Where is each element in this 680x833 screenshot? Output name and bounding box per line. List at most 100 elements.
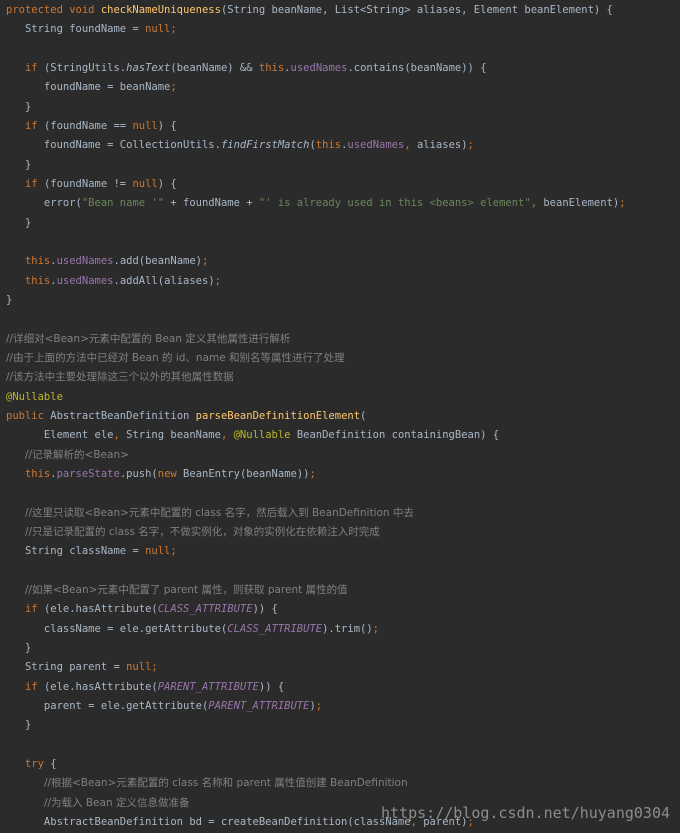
code-token: ; xyxy=(170,23,177,36)
code-token: null xyxy=(132,119,158,132)
code-token: )) { xyxy=(252,603,278,616)
code-token: //只是记录配置的 class 名字，不做实例化，对象的实例化在依赖注入时完成 xyxy=(24,525,380,538)
code-token: className = ele.getAttribute( xyxy=(6,622,228,635)
code-token: protected void xyxy=(6,4,101,16)
code-line: foundName = beanName; xyxy=(6,78,177,97)
code-token: BeanEntry(beanName)) xyxy=(183,467,310,480)
code-token: findFirstMatch xyxy=(220,139,310,152)
code-token: usedNames xyxy=(347,139,405,152)
code-line: //根据<Bean>元素配置的 class 名称和 parent 属性值创建 B… xyxy=(6,774,408,793)
code-token: ; xyxy=(202,255,209,268)
code-token: ; xyxy=(372,622,379,635)
code-token: .addAll(aliases) xyxy=(113,274,215,287)
code-token: error( xyxy=(6,197,82,210)
code-token: public xyxy=(6,409,51,422)
code-editor[interactable]: protected void checkNameUniqueness(Strin… xyxy=(0,0,680,833)
code-token: } xyxy=(6,158,32,171)
code-token: ).trim() xyxy=(322,622,373,635)
code-token: null xyxy=(126,661,152,674)
code-token: ; xyxy=(309,467,316,480)
code-line: error("Bean name '" + foundName + "' is … xyxy=(6,194,626,213)
code-line: } xyxy=(6,156,31,175)
code-line: //这里只读取<Bean>元素中配置的 class 名字，然后载入到 BeanD… xyxy=(6,504,414,523)
code-line: //由于上面的方法中已经对 Bean 的 id、name 和别名等属性进行了处理 xyxy=(6,349,345,368)
code-line: } xyxy=(6,291,12,310)
code-line: @Nullable xyxy=(6,388,63,407)
code-line: if (StringUtils.hasText(beanName) && thi… xyxy=(6,59,487,78)
code-token: } xyxy=(6,719,32,732)
code-token: ; xyxy=(151,661,158,674)
code-token: CLASS_ATTRIBUTE xyxy=(157,603,253,616)
code-token: AbstractBeanDefinition xyxy=(50,409,196,422)
code-line: foundName = CollectionUtils.findFirstMat… xyxy=(6,136,474,155)
code-token: } xyxy=(6,216,32,229)
code-token: ; xyxy=(170,545,177,558)
code-token: (beanName) && xyxy=(170,61,259,74)
code-line: if (ele.hasAttribute(CLASS_ATTRIBUTE)) { xyxy=(6,600,278,619)
code-token: ; xyxy=(170,81,177,94)
code-token: (String beanName, List<String> aliases, … xyxy=(220,4,613,16)
code-token: { xyxy=(50,757,57,770)
code-token: , xyxy=(530,197,544,210)
code-line: if (ele.hasAttribute(PARENT_ATTRIBUTE)) … xyxy=(6,678,284,697)
watermark-text: https://blog.csdn.net/huyang0304 xyxy=(381,804,670,822)
code-token: ; xyxy=(467,139,474,152)
code-token: Element ele xyxy=(6,429,114,442)
code-token: AbstractBeanDefinition bd = createBeanDe… xyxy=(6,815,411,828)
code-token: PARENT_ATTRIBUTE xyxy=(208,699,310,712)
code-token: if xyxy=(24,603,44,616)
code-line: //为载入 Bean 定义信息做准备 xyxy=(6,794,190,813)
code-token: CLASS_ATTRIBUTE xyxy=(227,622,323,635)
code-token: "Bean name '" xyxy=(81,197,165,210)
code-line: //如果<Bean>元素中配置了 parent 属性，则获取 parent 属性… xyxy=(6,581,348,600)
code-token: this xyxy=(258,61,285,74)
code-token: try xyxy=(24,757,51,770)
code-token: } xyxy=(6,293,13,306)
code-line: if (foundName != null) { xyxy=(6,175,177,194)
code-token: foundName = beanName xyxy=(6,81,171,94)
code-line: parent = ele.getAttribute(PARENT_ATTRIBU… xyxy=(6,697,322,716)
code-token: //该方法中主要处理除这三个以外的其他属性数据 xyxy=(6,371,234,384)
code-line: public AbstractBeanDefinition parseBeanD… xyxy=(6,407,366,426)
code-token: //根据<Bean>元素配置的 class 名称和 parent 属性值创建 B… xyxy=(43,777,408,790)
code-token: .add(beanName) xyxy=(113,255,203,268)
code-token: ; xyxy=(619,197,626,210)
code-token: aliases) xyxy=(416,139,468,152)
code-line: String parent = null; xyxy=(6,658,158,677)
code-line: //该方法中主要处理除这三个以外的其他属性数据 xyxy=(6,368,234,387)
code-token: //记录解析的<Bean> xyxy=(24,448,129,461)
code-token: @Nullable xyxy=(6,390,63,403)
code-token: String foundName = xyxy=(6,23,146,36)
code-token: .contains(beanName)) { xyxy=(347,61,487,74)
code-line: Element ele, String beanName, @Nullable … xyxy=(6,426,499,445)
code-line: //只是记录配置的 class 名字，不做实例化，对象的实例化在依赖注入时完成 xyxy=(6,523,380,542)
code-token: this xyxy=(315,139,342,152)
code-line: String className = null; xyxy=(6,542,177,561)
code-token: //详细对<Bean>元素中配置的 Bean 定义其他属性进行解析 xyxy=(6,332,291,345)
code-token: hasText xyxy=(126,61,171,74)
code-token: ; xyxy=(214,274,221,287)
code-token: @Nullable xyxy=(233,429,297,442)
code-token: null xyxy=(145,23,171,36)
code-token: BeanDefinition containingBean) { xyxy=(296,429,500,442)
code-token: //为载入 Bean 定义信息做准备 xyxy=(43,796,190,809)
code-token: , xyxy=(220,429,234,442)
code-line: this.usedNames.add(beanName); xyxy=(6,252,208,271)
code-token: this xyxy=(24,274,51,287)
code-line: } xyxy=(6,98,31,117)
code-line: //详细对<Bean>元素中配置的 Bean 定义其他属性进行解析 xyxy=(6,330,290,349)
code-token: beanElement) xyxy=(543,197,620,210)
code-token: //这里只读取<Bean>元素中配置的 class 名字，然后载入到 BeanD… xyxy=(24,506,414,519)
code-line: this.parseState.push(new BeanEntry(beanN… xyxy=(6,465,316,484)
